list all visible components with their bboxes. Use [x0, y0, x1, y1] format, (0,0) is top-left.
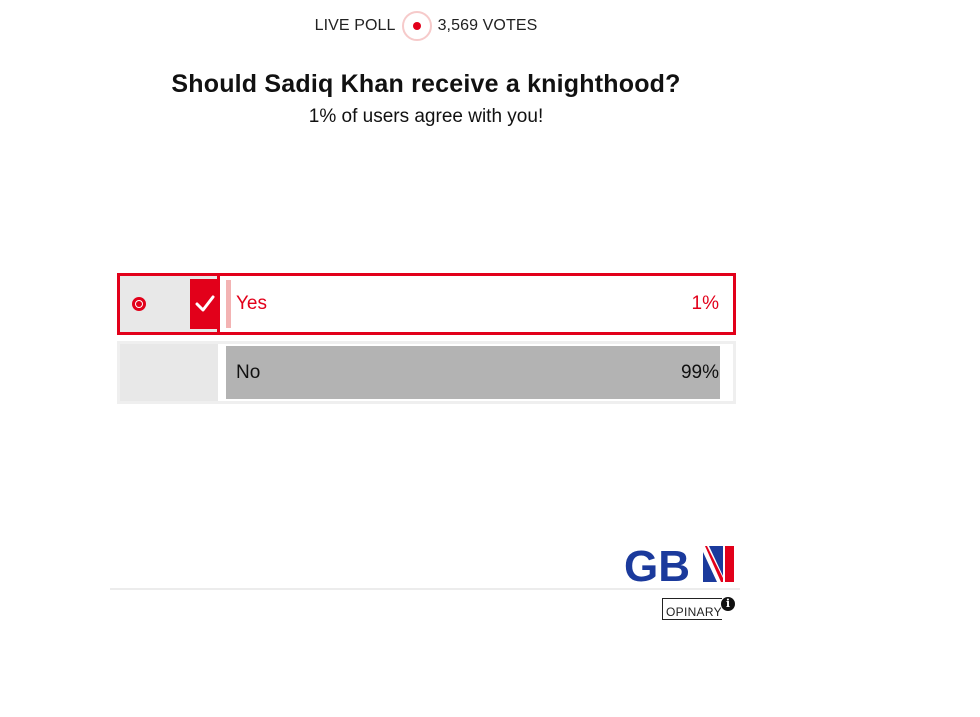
result-bar-track [226, 278, 725, 330]
live-dot-icon [412, 22, 421, 30]
gb-news-logo[interactable]: GB [624, 544, 738, 584]
logo-red-bar [725, 546, 734, 582]
poll-option-yes[interactable]: Yes 1% [117, 273, 736, 335]
selected-radio-icon [132, 297, 146, 311]
gb-logo-text: GB [624, 544, 690, 584]
live-indicator-icon [401, 11, 432, 41]
option-selector[interactable] [120, 276, 220, 332]
option-selector[interactable] [120, 344, 224, 401]
live-poll-label: LIVE POLL [314, 17, 396, 34]
result-bar-no [226, 346, 720, 399]
checkmark-icon [190, 279, 219, 329]
option-label-no: No [236, 361, 261, 383]
option-percent-no: 99% [680, 361, 719, 383]
result-bar-track [226, 346, 725, 399]
option-percent-yes: 1% [691, 293, 719, 314]
opinary-logo[interactable]: OPINARY [662, 598, 722, 620]
poll-question: Should Sadiq Khan receive a knighthood? [171, 70, 681, 98]
option-label-yes: Yes [236, 293, 267, 314]
info-icon[interactable]: i [721, 597, 735, 611]
poll-option-no[interactable]: No 99% [117, 341, 736, 404]
result-message: 1% of users agree with you! [308, 106, 544, 127]
result-bar-yes [226, 280, 231, 328]
vote-count: 3,569 VOTES [437, 17, 538, 34]
poll-header: LIVE POLL 3,569 VOTES [0, 10, 852, 42]
union-flag-icon [703, 546, 723, 582]
footer-divider [110, 588, 740, 590]
